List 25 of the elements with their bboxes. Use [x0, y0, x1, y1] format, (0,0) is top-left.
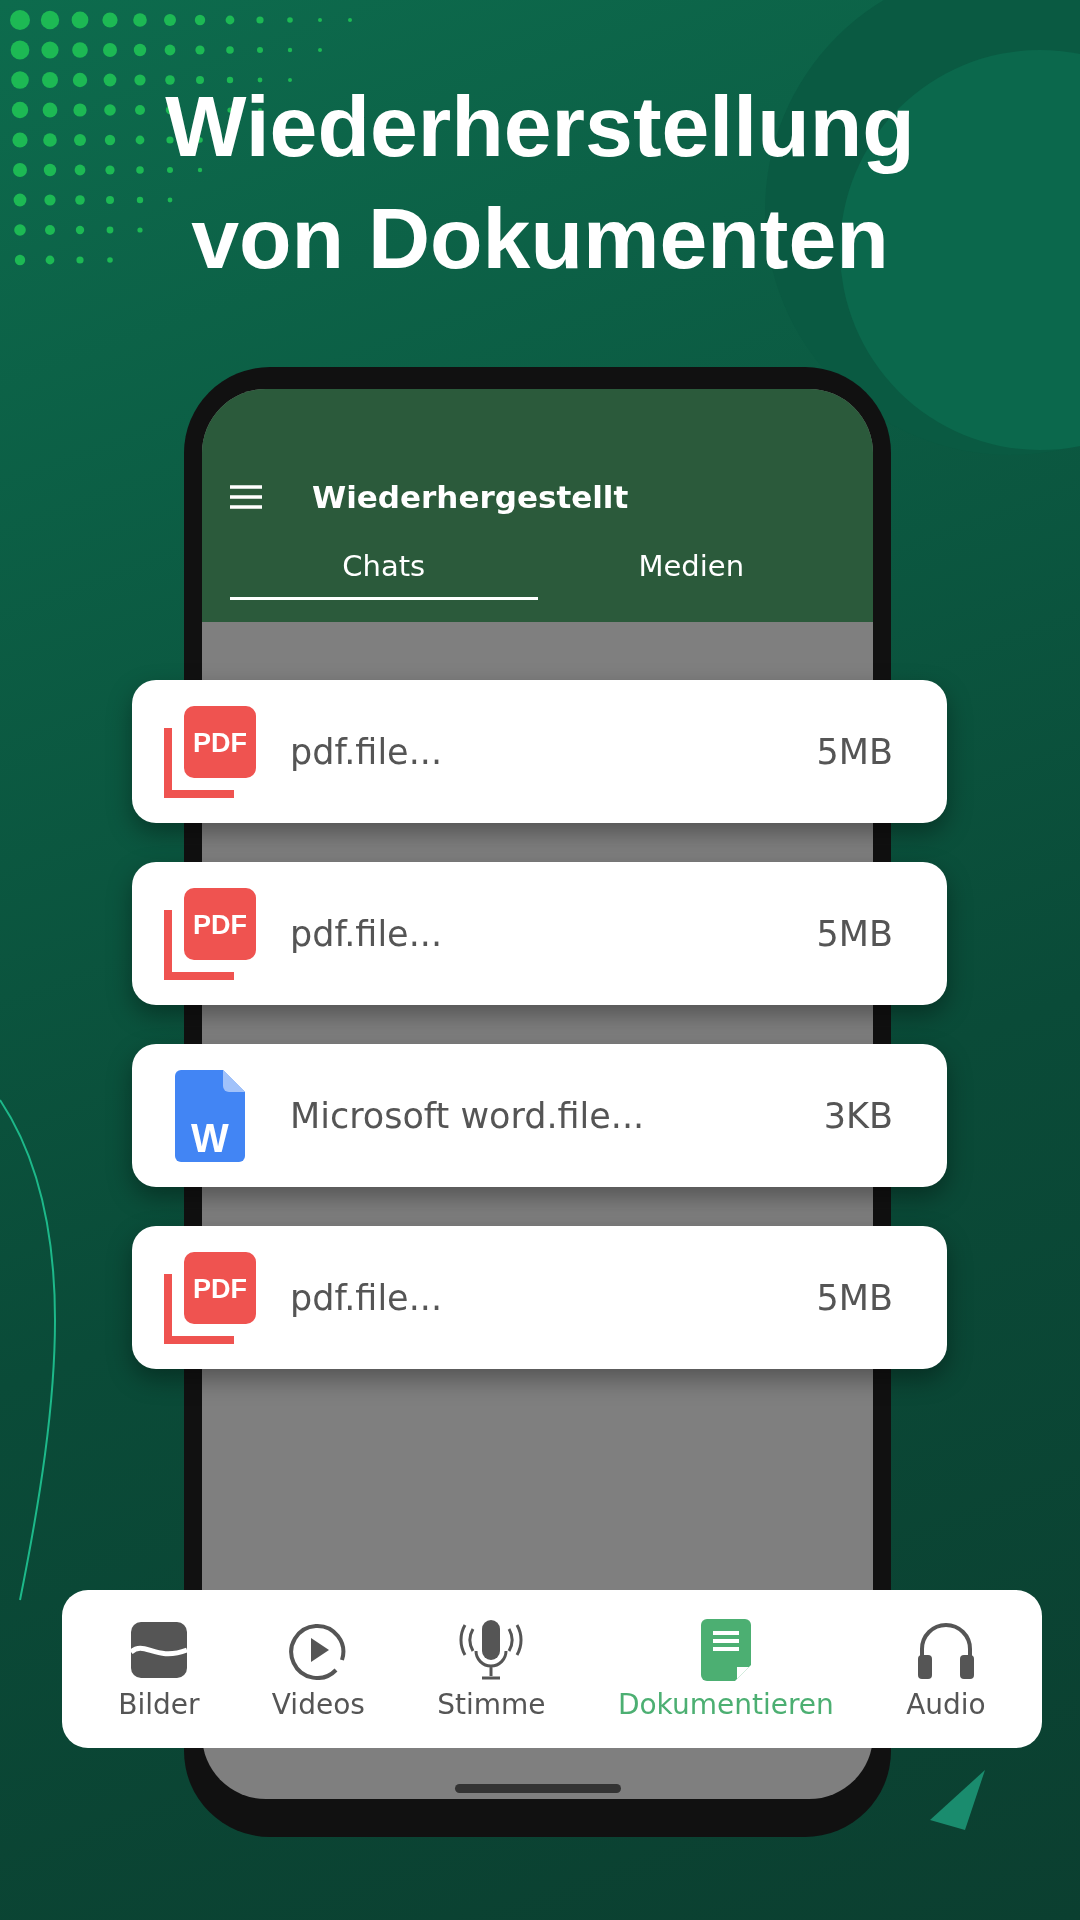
file-name: Microsoft word.file...	[290, 1095, 646, 1136]
tab[interactable]: Chats	[230, 549, 538, 600]
file-size: 5MB	[816, 1277, 893, 1318]
tab[interactable]: Medien	[537, 549, 845, 600]
file-size: 5MB	[816, 913, 893, 954]
triangle-shape	[930, 1770, 985, 1830]
menu-icon[interactable]	[230, 485, 262, 509]
nav-item[interactable]: Audio	[906, 1617, 986, 1721]
file-size: 3KB	[823, 1095, 893, 1136]
nav-item[interactable]: Bilder	[118, 1617, 200, 1721]
app-title: Wiederhergestellt	[312, 479, 629, 515]
file-card[interactable]: PDF pdf.file... 5MB	[132, 680, 947, 823]
file-card[interactable]: W Microsoft word.file... 3KB	[132, 1044, 947, 1187]
document-icon: W	[175, 1069, 245, 1162]
file-card[interactable]: PDF pdf.file... 5MB	[132, 862, 947, 1005]
document-icon	[700, 1618, 751, 1681]
nav-item[interactable]: Videos	[271, 1617, 365, 1721]
file-card[interactable]: PDF pdf.file... 5MB	[132, 1226, 947, 1369]
file-name: pdf.file...	[290, 1277, 443, 1318]
headline: Wiederherstellung von Dokumenten	[165, 77, 915, 288]
file-name: pdf.file...	[290, 731, 443, 772]
nav-item[interactable]: Stimme	[437, 1617, 546, 1721]
file-name: pdf.file...	[290, 913, 443, 954]
image-icon	[128, 1619, 189, 1680]
file-size: 5MB	[816, 731, 893, 772]
